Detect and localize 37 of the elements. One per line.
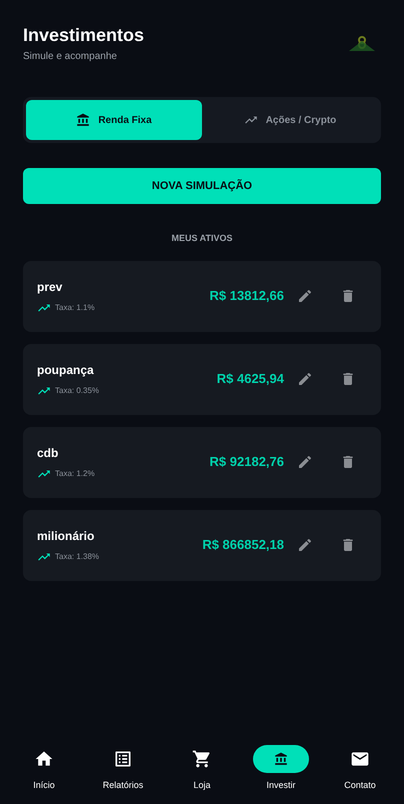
pencil-icon [297,454,313,470]
asset-rate: Taxa: 1.1% [55,302,95,314]
page-title: Investimentos [23,24,144,46]
asset-value: R$ 4625,94 [216,370,284,388]
bank-icon [76,113,90,127]
edit-button[interactable] [296,536,314,554]
asset-value: R$ 13812,66 [210,287,284,306]
asset-name: poupança [37,362,95,378]
section-title: MEUS ATIVOS [170,232,234,245]
nav-item[interactable]: Início [10,744,78,792]
pencil-icon [297,288,313,304]
asset-value: R$ 866852,18 [202,536,284,554]
tab[interactable]: Ações / Crypto [202,100,378,140]
edit-button[interactable] [296,453,314,471]
asset-value: R$ 92182,76 [210,453,284,472]
page-subtitle: Simule e acompanhe [23,50,118,64]
list-icon [113,748,133,768]
asset-name: prev [37,278,64,296]
asset-rate: Taxa: 1.2% [55,468,95,480]
cart-icon [192,748,212,768]
home-icon [34,748,54,768]
edit-button[interactable] [296,287,314,305]
nav-item[interactable]: Relatórios [89,744,157,792]
tab[interactable]: Renda Fixa [26,100,202,140]
bank-icon [274,752,288,766]
asset-name: milionário [37,528,96,544]
asset-name: cdb [37,444,60,462]
logo-icon [347,36,377,52]
nav-item[interactable]: Investir [247,744,315,792]
new-simulation-button[interactable]: NOVA SIMULAÇÃO [23,168,381,204]
nav-item[interactable]: Loja [168,744,236,792]
edit-button[interactable] [296,370,314,388]
pencil-icon [297,371,313,387]
pencil-icon [297,537,313,553]
asset-rate: Taxa: 1.38% [55,550,100,562]
nav-item[interactable]: Contato [326,744,394,792]
asset-rate: Taxa: 0.35% [55,384,100,396]
